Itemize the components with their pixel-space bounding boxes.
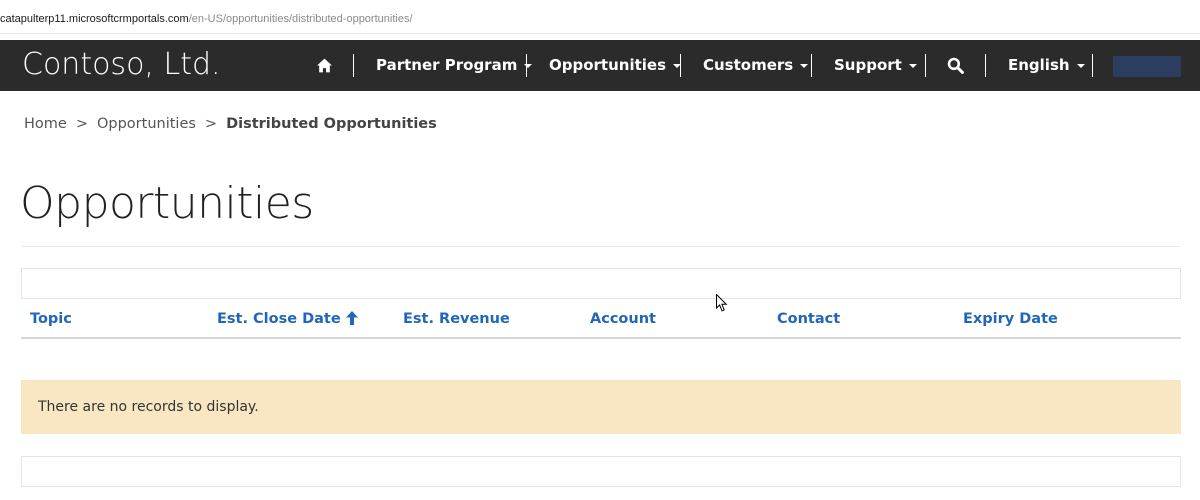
breadcrumb-current: Distributed Opportunities xyxy=(226,116,437,132)
breadcrumb-home[interactable]: Home xyxy=(24,116,67,132)
nav-separator xyxy=(985,54,986,77)
sort-ascending-icon xyxy=(345,311,358,325)
address-bar[interactable]: catapulterp11.microsoftcrmportals.com/en… xyxy=(0,0,1200,34)
nav-support-label: Support xyxy=(834,56,902,74)
column-header-topic[interactable]: Topic xyxy=(30,311,72,327)
nav-partner-program[interactable]: Partner Program xyxy=(376,40,533,91)
breadcrumb-separator: > xyxy=(204,116,218,132)
home-icon[interactable] xyxy=(316,57,333,74)
column-account-label: Account xyxy=(590,311,656,327)
nav-customers-label: Customers xyxy=(703,56,794,74)
mouse-pointer-icon xyxy=(716,294,728,312)
grid-header: Topic Est. Close Date Est. Revenue Accou… xyxy=(21,299,1181,339)
nav-language[interactable]: English xyxy=(1008,40,1085,91)
column-est-close-date-label: Est. Close Date xyxy=(217,311,341,327)
breadcrumb-separator: > xyxy=(75,116,88,132)
nav-separator xyxy=(353,54,354,77)
caret-down-icon xyxy=(1076,63,1085,68)
title-divider xyxy=(21,246,1180,247)
column-topic-label: Topic xyxy=(30,311,72,327)
nav-opportunities[interactable]: Opportunities xyxy=(549,40,682,91)
nav-separator xyxy=(925,54,926,77)
column-header-est-close-date[interactable]: Est. Close Date xyxy=(217,311,358,327)
url-text[interactable]: catapulterp11.microsoftcrmportals.com/en… xyxy=(0,13,413,25)
column-header-est-revenue[interactable]: Est. Revenue xyxy=(403,311,510,327)
breadcrumb: Home > Opportunities > Distributed Opportuni… xyxy=(24,116,437,132)
search-icon[interactable] xyxy=(947,57,964,74)
column-header-contact[interactable]: Contact xyxy=(777,311,840,327)
nav-separator xyxy=(526,54,527,77)
nav-opportunities-label: Opportunities xyxy=(549,56,667,74)
url-path: /en-US/opportunities/distributed-opportu… xyxy=(188,13,413,25)
grid-pagination-panel xyxy=(21,456,1181,487)
breadcrumb-opportunities[interactable]: Opportunities xyxy=(97,116,196,132)
column-header-account[interactable]: Account xyxy=(590,311,656,327)
nav-separator xyxy=(1092,54,1093,77)
top-navbar: Contoso, Ltd. Partner Program Opportunit… xyxy=(0,40,1200,91)
nav-customers[interactable]: Customers xyxy=(703,40,809,91)
column-est-revenue-label: Est. Revenue xyxy=(403,311,510,327)
nav-separator xyxy=(811,54,812,77)
page-title: Opportunities xyxy=(20,178,314,229)
column-contact-label: Contact xyxy=(777,311,841,327)
user-profile-button[interactable] xyxy=(1113,56,1181,77)
empty-records-message: There are no records to display. xyxy=(21,380,1181,434)
nav-language-label: English xyxy=(1008,56,1070,74)
caret-down-icon xyxy=(800,63,809,68)
nav-separator xyxy=(680,54,681,77)
nav-support[interactable]: Support xyxy=(834,40,917,91)
grid-toolbar-panel xyxy=(21,268,1181,299)
column-expiry-date-label: Expiry Date xyxy=(963,311,1058,327)
caret-down-icon xyxy=(908,63,917,68)
url-host: catapulterp11.microsoftcrmportals.com xyxy=(0,13,189,25)
empty-records-text: There are no records to display. xyxy=(38,399,259,415)
column-header-expiry-date[interactable]: Expiry Date xyxy=(963,311,1058,327)
brand-logo[interactable]: Contoso, Ltd. xyxy=(22,47,221,82)
nav-partner-program-label: Partner Program xyxy=(376,56,518,74)
